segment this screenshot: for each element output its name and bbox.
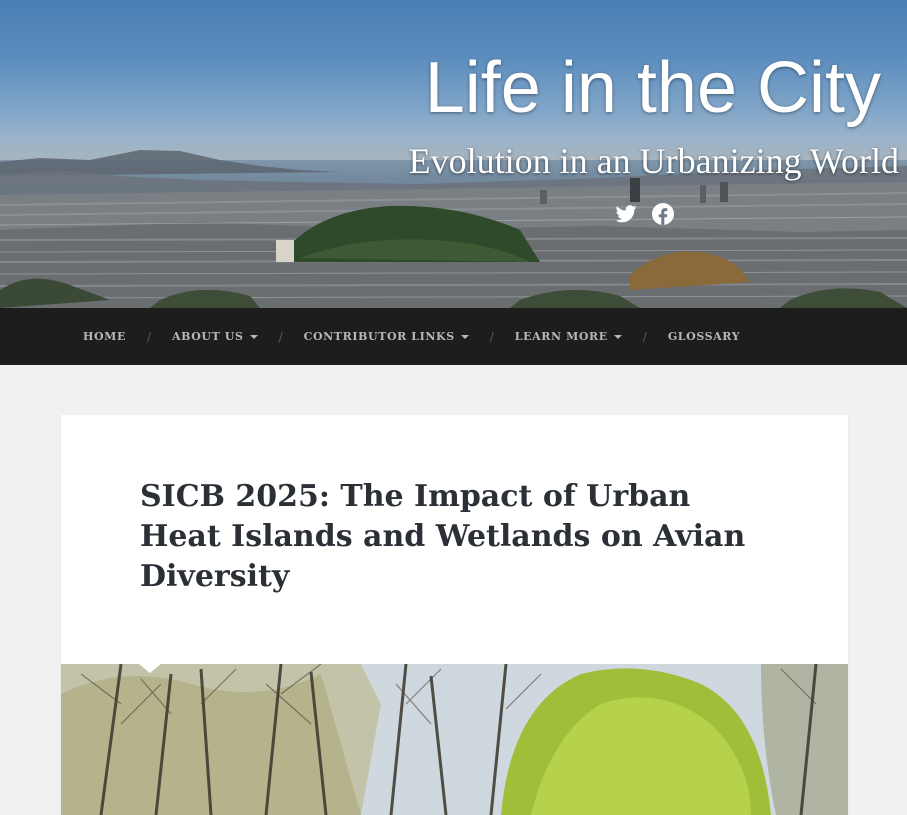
chevron-down-icon [249, 334, 258, 339]
nav-separator: / [146, 329, 151, 344]
site-header: Life in the City Evolution in an Urbaniz… [0, 0, 907, 308]
nav-item-home[interactable]: HOME [83, 330, 126, 343]
site-title[interactable]: Life in the City [425, 46, 881, 130]
nav-separator: / [489, 329, 494, 344]
site-description: Evolution in an Urbanizing World [408, 141, 899, 181]
post-title[interactable]: SICB 2025: The Impact of Urban Heat Isla… [140, 477, 780, 597]
nav-item-learn-more[interactable]: LEARN MORE [515, 330, 622, 343]
nav-item-about-us[interactable]: ABOUT US [172, 330, 258, 343]
nav-item-glossary[interactable]: GLOSSARY [668, 330, 740, 343]
twitter-icon[interactable] [614, 202, 638, 226]
nav-separator: / [278, 329, 283, 344]
chevron-down-icon [460, 334, 469, 339]
nav-item-contributor-links[interactable]: CONTRIBUTOR LINKS [304, 330, 469, 343]
facebook-icon[interactable] [651, 202, 675, 226]
nav-separator: / [642, 329, 647, 344]
chevron-down-icon [613, 334, 622, 339]
featured-image[interactable] [61, 664, 848, 815]
featured-image-photo [61, 664, 848, 815]
social-links [614, 202, 675, 226]
post-card: SICB 2025: The Impact of Urban Heat Isla… [61, 415, 848, 815]
card-notch [139, 664, 161, 673]
main-navigation: HOME / ABOUT US / CONTRIBUTOR LINKS / LE… [0, 308, 907, 365]
nav-menu: HOME / ABOUT US / CONTRIBUTOR LINKS / LE… [0, 308, 907, 365]
